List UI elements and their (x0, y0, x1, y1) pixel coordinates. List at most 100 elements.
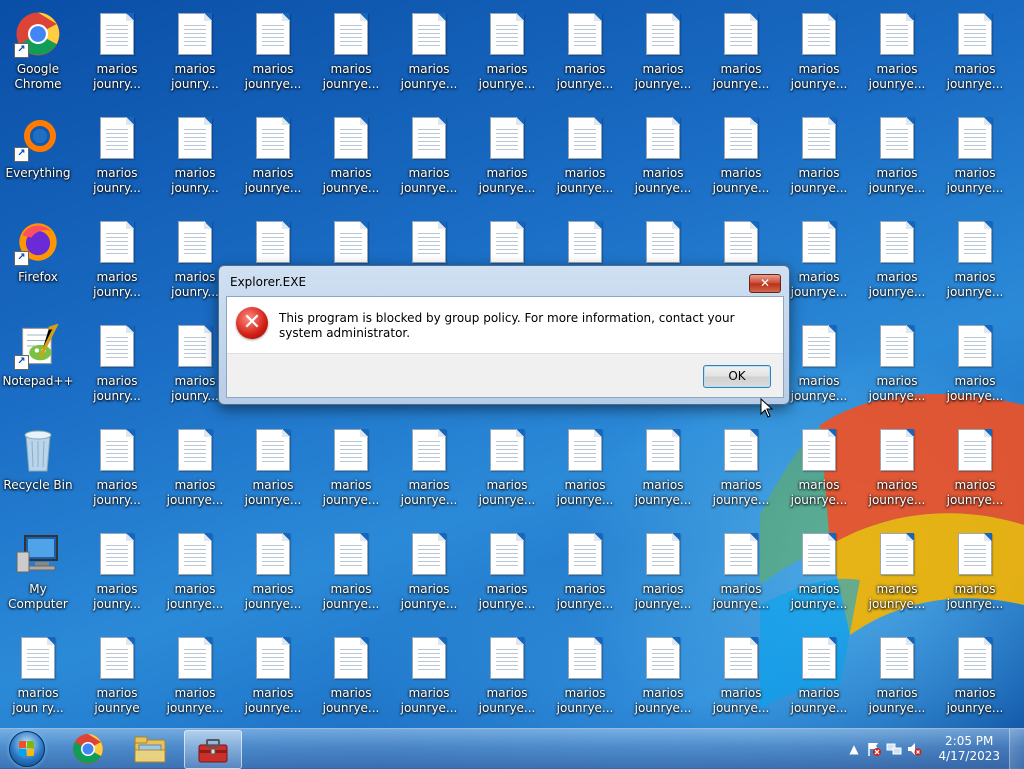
file-icon[interactable]: marios jounrye... (625, 632, 701, 732)
file-icon[interactable]: marios jounrye... (313, 112, 389, 212)
file-icon[interactable]: marios jounrye... (859, 632, 935, 732)
file-icon[interactable]: marios jounrye... (157, 528, 233, 628)
file-icon[interactable]: marios jounrye... (469, 8, 545, 108)
toolbox-taskbar-button[interactable] (184, 730, 242, 769)
file-icon[interactable]: marios jounrye... (235, 528, 311, 628)
file-icon[interactable]: marios jounrye... (703, 632, 779, 732)
file-icon[interactable]: marios jounrye... (859, 528, 935, 628)
file-icon[interactable]: marios jounrye... (391, 112, 467, 212)
file-icon[interactable]: marios jounrye... (937, 216, 1013, 316)
file-icon[interactable]: marios jounry... (79, 216, 155, 316)
file-icon[interactable]: marios jounrye... (547, 8, 623, 108)
file-icon[interactable]: marios jounrye... (157, 632, 233, 732)
file-icon[interactable]: marios jounrye... (937, 320, 1013, 420)
file-icon[interactable]: marios jounrye... (391, 528, 467, 628)
document-icon (568, 117, 602, 159)
start-button[interactable] (2, 730, 52, 768)
file-icon[interactable]: marios jounrye... (469, 528, 545, 628)
ok-button[interactable]: OK (703, 365, 771, 388)
file-icon[interactable]: marios jounrye... (313, 8, 389, 108)
file-icon[interactable]: marios jounrye... (703, 424, 779, 524)
file-icon[interactable]: marios joun ry... (0, 632, 76, 732)
file-icon[interactable]: marios jounrye... (937, 112, 1013, 212)
file-icon[interactable]: marios jounry... (79, 320, 155, 420)
file-icon[interactable]: marios jounry... (79, 528, 155, 628)
file-icon[interactable]: marios jounrye... (391, 8, 467, 108)
file-icon[interactable]: marios jounrye... (469, 424, 545, 524)
desktop-icon-label: marios jounrye... (868, 270, 926, 299)
file-icon[interactable]: marios jounrye... (391, 424, 467, 524)
file-icon[interactable]: marios jounrye... (625, 528, 701, 628)
file-icon[interactable]: marios jounrye... (703, 8, 779, 108)
file-icon[interactable]: marios jounrye... (781, 320, 857, 420)
file-icon[interactable]: marios jounrye... (313, 424, 389, 524)
file-icon[interactable]: marios jounrye... (859, 216, 935, 316)
file-icon[interactable]: marios jounrye... (781, 528, 857, 628)
file-icon[interactable]: marios jounrye (79, 632, 155, 732)
file-icon[interactable]: marios jounrye... (781, 8, 857, 108)
file-icon[interactable]: marios jounrye... (937, 8, 1013, 108)
file-icon[interactable]: marios jounrye... (859, 8, 935, 108)
file-icon[interactable]: marios jounrye... (937, 424, 1013, 524)
network-icon[interactable] (886, 741, 902, 757)
desktop-icon-label: marios jounrye (94, 686, 140, 715)
file-icon[interactable]: marios jounrye... (235, 112, 311, 212)
show-hidden-icons-arrow-icon[interactable]: ▲ (846, 741, 862, 757)
dialog-close-button[interactable]: ✕ (749, 274, 781, 293)
chrome-taskbar-button[interactable] (60, 730, 116, 767)
desktop-icon-label: marios jounry... (93, 62, 141, 91)
notepadpp-shortcut[interactable]: ↗ Notepad++ (0, 320, 76, 420)
desktop-icon-label: marios jounrye... (322, 166, 380, 195)
desktop-icon-label: marios jounrye... (556, 478, 614, 507)
firefox-shortcut[interactable]: ↗ Firefox (0, 216, 76, 316)
file-icon[interactable]: marios jounry... (79, 424, 155, 524)
file-icon[interactable]: marios jounry... (79, 8, 155, 108)
file-icon[interactable]: marios jounrye... (547, 112, 623, 212)
file-icon[interactable]: marios jounrye... (781, 112, 857, 212)
file-icon[interactable]: marios jounrye... (859, 424, 935, 524)
file-icon[interactable]: marios jounrye... (625, 424, 701, 524)
desktop-icon-label: Recycle Bin (3, 478, 73, 492)
file-icon[interactable]: marios jounrye... (703, 112, 779, 212)
file-icon[interactable]: marios jounrye... (469, 632, 545, 732)
show-desktop-button[interactable] (1009, 729, 1024, 769)
file-icon[interactable]: marios jounrye... (157, 424, 233, 524)
file-icon[interactable]: marios jounrye... (937, 528, 1013, 628)
file-icon[interactable]: marios jounrye... (547, 528, 623, 628)
desktop-icon-label: marios jounrye... (868, 374, 926, 403)
document-icon (724, 117, 758, 159)
file-icon[interactable]: marios jounrye... (547, 424, 623, 524)
desktop-icon-label: marios jounrye... (322, 686, 380, 715)
file-icon[interactable]: marios jounrye... (313, 528, 389, 628)
chrome-shortcut[interactable]: ↗ Google Chrome (0, 8, 76, 108)
file-icon[interactable]: marios jounry... (79, 112, 155, 212)
file-icon[interactable]: marios jounrye... (703, 528, 779, 628)
file-icon[interactable]: marios jounry... (157, 112, 233, 212)
file-icon[interactable]: marios jounrye... (235, 424, 311, 524)
file-icon[interactable]: marios jounrye... (547, 632, 623, 732)
file-icon[interactable]: marios jounrye... (313, 632, 389, 732)
file-icon[interactable]: marios jounry... (157, 8, 233, 108)
error-dialog: Explorer.EXE ✕ ✕ This program is blocked… (218, 265, 790, 405)
action-center-flag-icon[interactable] (866, 741, 882, 757)
file-icon[interactable]: marios jounrye... (469, 112, 545, 212)
explorer-taskbar-button[interactable] (122, 730, 178, 767)
file-icon[interactable]: marios jounrye... (235, 632, 311, 732)
file-icon[interactable]: marios jounrye... (937, 632, 1013, 732)
my-computer-shortcut[interactable]: My Computer (0, 528, 76, 628)
file-icon[interactable]: marios jounrye... (625, 8, 701, 108)
file-icon[interactable]: marios jounrye... (391, 632, 467, 732)
my-computer-icon (16, 535, 58, 573)
file-icon[interactable]: marios jounrye... (781, 216, 857, 316)
file-icon[interactable]: marios jounrye... (235, 8, 311, 108)
file-icon[interactable]: marios jounrye... (625, 112, 701, 212)
file-icon[interactable]: marios jounrye... (781, 632, 857, 732)
file-icon[interactable]: marios jounrye... (859, 320, 935, 420)
recycle-bin-shortcut[interactable]: Recycle Bin (0, 424, 76, 524)
volume-muted-icon[interactable] (906, 741, 922, 757)
everything-shortcut[interactable]: ↗ Everything (0, 112, 76, 212)
file-icon[interactable]: marios jounrye... (781, 424, 857, 524)
file-icon[interactable]: marios jounrye... (859, 112, 935, 212)
clock[interactable]: 2:05 PM 4/17/2023 (938, 734, 1000, 764)
document-icon (490, 13, 524, 55)
